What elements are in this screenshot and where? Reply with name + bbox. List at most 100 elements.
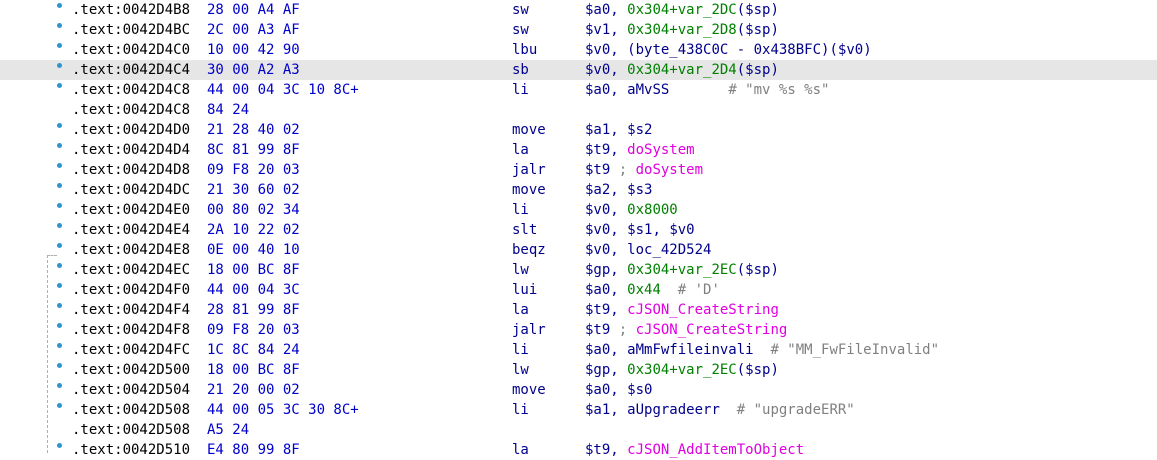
address-label[interactable]: .text:0042D4C8	[72, 80, 190, 100]
address-label[interactable]: .text:0042D508	[72, 400, 190, 420]
listing-row[interactable]: .text:0042D4E8 0E 00 40 10 beqz $v0, loc_42…	[0, 240, 1157, 260]
instruction-mnemonic[interactable]: li	[512, 80, 529, 100]
function-reference[interactable]: doSystem	[627, 142, 694, 158]
instruction-marker-icon[interactable]	[57, 163, 62, 168]
symbol-operand[interactable]: aMmFwfileinvali	[627, 342, 753, 358]
register-operand[interactable]: $v0	[585, 222, 610, 238]
register-operand[interactable]: $t9	[585, 322, 610, 338]
symbol-operand[interactable]: (byte_438C0C - 0x438BFC)	[627, 42, 829, 58]
instruction-mnemonic[interactable]: lui	[512, 280, 537, 300]
instruction-marker-icon[interactable]	[57, 363, 62, 368]
address-label[interactable]: .text:0042D4D8	[72, 160, 190, 180]
listing-row[interactable]: .text:0042D4F4 28 81 99 8F la $t9, cJSON_Cr…	[0, 300, 1157, 320]
register-operand[interactable]: $v0	[585, 242, 610, 258]
listing-row[interactable]: .text:0042D4D8 09 F8 20 03 jalr $t9 ; doSys…	[0, 160, 1157, 180]
register-operand[interactable]: $a0	[585, 2, 610, 18]
address-label[interactable]: .text:0042D4F4	[72, 300, 190, 320]
listing-row[interactable]: .text:0042D4EC 18 00 BC 8F lw $gp, 0x304+va…	[0, 260, 1157, 280]
address-label[interactable]: .text:0042D4E0	[72, 200, 190, 220]
instruction-marker-icon[interactable]	[57, 263, 62, 268]
listing-row[interactable]: .text:0042D504 21 20 00 02 move $a0, $s0	[0, 380, 1157, 400]
address-label[interactable]: .text:0042D4B8	[72, 0, 190, 20]
register-operand[interactable]: $gp	[585, 262, 610, 278]
register-operand[interactable]: $t9	[585, 442, 610, 458]
address-label[interactable]: .text:0042D4E4	[72, 220, 190, 240]
address-label[interactable]: .text:0042D510	[72, 440, 190, 460]
register-operand[interactable]: $t9	[585, 302, 610, 318]
address-label[interactable]: .text:0042D4EC	[72, 260, 190, 280]
register-operand[interactable]: $sp	[745, 362, 770, 378]
register-operand[interactable]: $sp	[745, 262, 770, 278]
address-label[interactable]: .text:0042D4E8	[72, 240, 190, 260]
register-operand[interactable]: $v1	[585, 22, 610, 38]
register-operand[interactable]: $a0	[585, 82, 610, 98]
listing-row[interactable]: .text:0042D510 E4 80 99 8F la $t9, cJSON_Ad…	[0, 440, 1157, 460]
register-operand[interactable]: $s0	[627, 382, 652, 398]
register-operand[interactable]: $sp	[745, 62, 770, 78]
register-operand[interactable]: $a1	[585, 402, 610, 418]
instruction-mnemonic[interactable]: la	[512, 440, 529, 460]
register-operand[interactable]: $sp	[745, 2, 770, 18]
address-label[interactable]: .text:0042D4C4	[72, 60, 190, 80]
register-operand[interactable]: $v0	[585, 42, 610, 58]
listing-row[interactable]: .text:0042D508 44 00 05 3C 30 8C+ li $a1, a…	[0, 400, 1157, 420]
instruction-marker-icon[interactable]	[57, 3, 62, 8]
instruction-marker-icon[interactable]	[57, 203, 62, 208]
listing-row[interactable]: .text:0042D4F8 09 F8 20 03 jalr $t9 ; cJSON…	[0, 320, 1157, 340]
instruction-mnemonic[interactable]: li	[512, 200, 529, 220]
instruction-marker-icon[interactable]	[57, 383, 62, 388]
register-operand[interactable]: $t9	[585, 142, 610, 158]
listing-row[interactable]: .text:0042D4C4 30 00 A2 A3 sb $v0, 0x304+va…	[0, 60, 1157, 80]
function-reference[interactable]: cJSON_AddItemToObject	[627, 442, 804, 458]
listing-row[interactable]: .text:0042D4F0 44 00 04 3C lui $a0, 0x44 # …	[0, 280, 1157, 300]
listing-row[interactable]: .text:0042D4B8 28 00 A4 AF sw $a0, 0x304+va…	[0, 0, 1157, 20]
instruction-mnemonic[interactable]: sb	[512, 60, 529, 80]
address-label[interactable]: .text:0042D504	[72, 380, 190, 400]
instruction-mnemonic[interactable]: jalr	[512, 160, 546, 180]
instruction-mnemonic[interactable]: la	[512, 300, 529, 320]
listing-row[interactable]: .text:0042D4C8 44 00 04 3C 10 8C+ li $a0, a…	[0, 80, 1157, 100]
instruction-mnemonic[interactable]: jalr	[512, 320, 546, 340]
listing-row[interactable]: .text:0042D4E0 00 80 02 34 li $v0, 0x8000	[0, 200, 1157, 220]
instruction-mnemonic[interactable]: la	[512, 140, 529, 160]
instruction-marker-icon[interactable]	[57, 143, 62, 148]
instruction-marker-icon[interactable]	[57, 83, 62, 88]
instruction-marker-icon[interactable]	[57, 243, 62, 248]
address-label[interactable]: .text:0042D4D0	[72, 120, 190, 140]
listing-row[interactable]: .text:0042D4C8 84 24	[0, 100, 1157, 120]
instruction-marker-icon[interactable]	[57, 23, 62, 28]
register-operand[interactable]: $a2	[585, 182, 610, 198]
instruction-marker-icon[interactable]	[57, 443, 62, 448]
listing-row[interactable]: .text:0042D4E4 2A 10 22 02 slt $v0, $s1, $v…	[0, 220, 1157, 240]
register-operand[interactable]: $s2	[627, 122, 652, 138]
register-operand[interactable]: $t9	[585, 162, 610, 178]
register-operand[interactable]: $a1	[585, 122, 610, 138]
instruction-mnemonic[interactable]: li	[512, 340, 529, 360]
instruction-marker-icon[interactable]	[57, 223, 62, 228]
listing-row[interactable]: .text:0042D4FC 1C 8C 84 24 li $a0, aMmFwfil…	[0, 340, 1157, 360]
instruction-marker-icon[interactable]	[57, 323, 62, 328]
symbol-operand[interactable]: aMvSS	[627, 82, 669, 98]
address-label[interactable]: .text:0042D4F8	[72, 320, 190, 340]
register-operand[interactable]: $v0	[585, 202, 610, 218]
listing-row[interactable]: .text:0042D500 18 00 BC 8F lw $gp, 0x304+va…	[0, 360, 1157, 380]
instruction-mnemonic[interactable]: sw	[512, 0, 529, 20]
instruction-marker-icon[interactable]	[57, 123, 62, 128]
register-operand[interactable]: $a0	[585, 282, 610, 298]
address-label[interactable]: .text:0042D4BC	[72, 20, 190, 40]
address-label[interactable]: .text:0042D4F0	[72, 280, 190, 300]
instruction-mnemonic[interactable]: li	[512, 400, 529, 420]
address-label[interactable]: .text:0042D500	[72, 360, 190, 380]
instruction-mnemonic[interactable]: beqz	[512, 240, 546, 260]
address-label[interactable]: .text:0042D4D4	[72, 140, 190, 160]
instruction-marker-icon[interactable]	[57, 403, 62, 408]
symbol-operand[interactable]: aUpgradeerr	[627, 402, 720, 418]
function-reference[interactable]: cJSON_CreateString	[636, 322, 788, 338]
instruction-marker-icon[interactable]	[57, 43, 62, 48]
instruction-marker-icon[interactable]	[57, 63, 62, 68]
address-label[interactable]: .text:0042D508	[72, 420, 190, 440]
address-label[interactable]: .text:0042D4FC	[72, 340, 190, 360]
instruction-mnemonic[interactable]: lw	[512, 260, 529, 280]
instruction-mnemonic[interactable]: move	[512, 120, 546, 140]
listing-row[interactable]: .text:0042D4D4 8C 81 99 8F la $t9, doSystem	[0, 140, 1157, 160]
